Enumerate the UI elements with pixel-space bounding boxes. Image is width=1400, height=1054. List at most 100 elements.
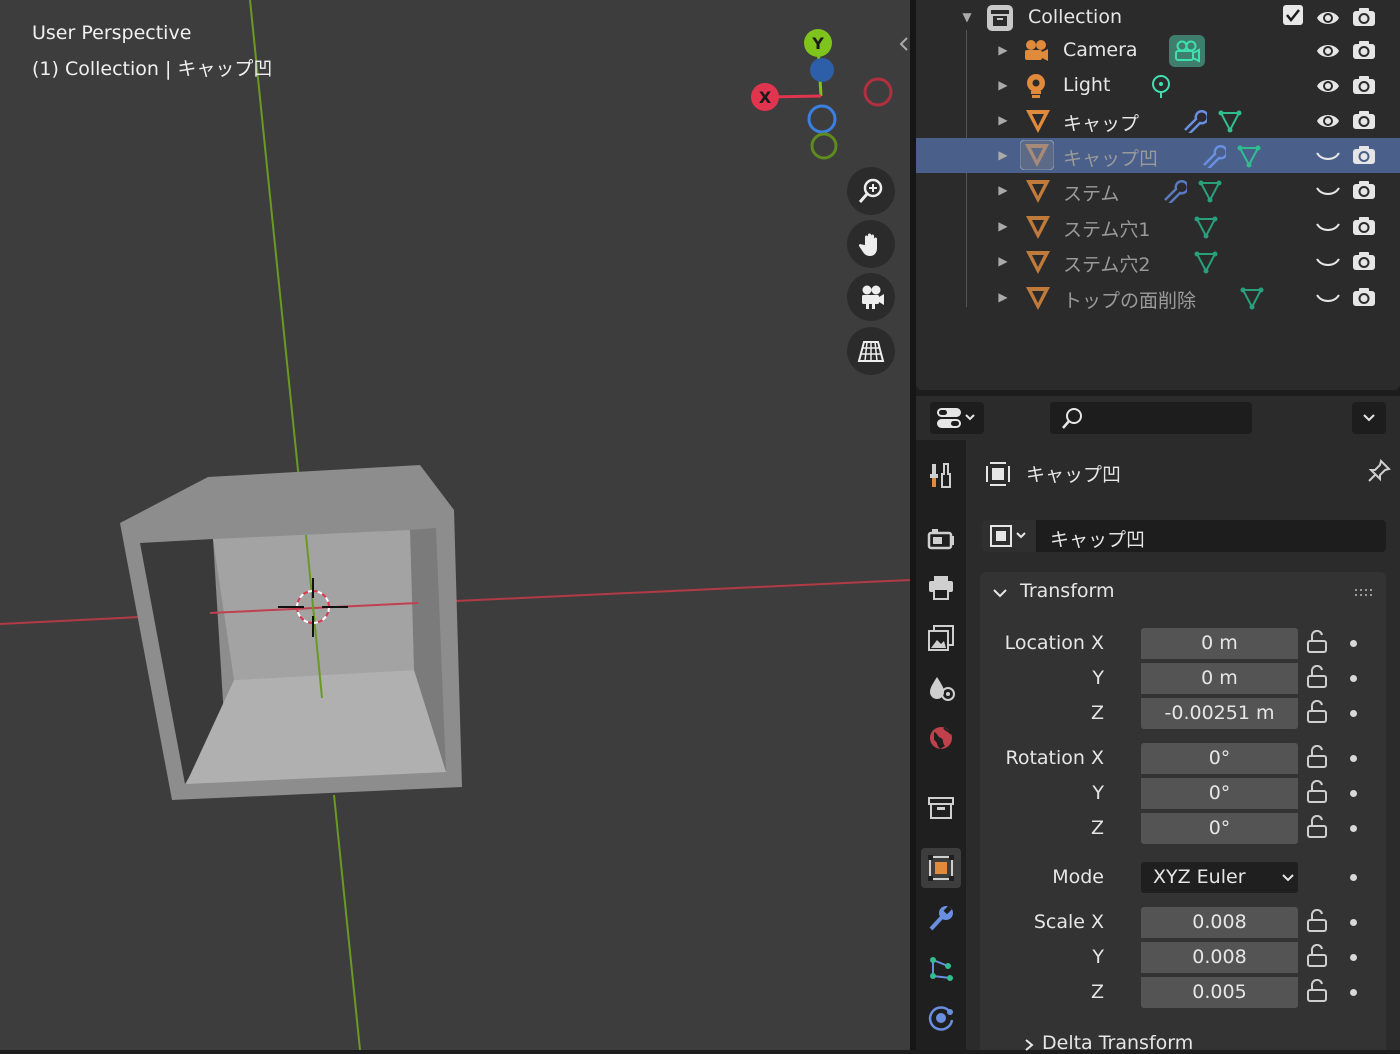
transform-panel-title[interactable]: Transform bbox=[1020, 580, 1115, 602]
scale-x-field[interactable]: 0.008 bbox=[1141, 907, 1298, 938]
expand-right-icon[interactable]: ▶ bbox=[995, 253, 1011, 269]
render-camera-icon[interactable] bbox=[1352, 215, 1376, 237]
modifier-wrench-icon[interactable] bbox=[1161, 179, 1187, 203]
ortho-toggle-button[interactable] bbox=[847, 327, 895, 375]
location-x-field[interactable]: 0 m bbox=[1141, 628, 1298, 659]
scale-y-field[interactable]: 0.008 bbox=[1141, 942, 1298, 973]
tab-output[interactable] bbox=[921, 568, 961, 608]
outliner-row-mesh[interactable]: ▶ キャップ bbox=[916, 103, 1400, 138]
expand-right-icon[interactable]: ▶ bbox=[995, 112, 1011, 128]
outliner-row-mesh-selected[interactable]: ▶ キャップ凹 bbox=[916, 138, 1400, 173]
visibility-eye-icon[interactable] bbox=[1316, 40, 1340, 62]
rotation-y-field[interactable]: 0° bbox=[1141, 778, 1298, 809]
render-camera-icon[interactable] bbox=[1352, 286, 1376, 308]
keyframe-dot[interactable] bbox=[1350, 640, 1357, 647]
unlocked-icon[interactable] bbox=[1304, 780, 1330, 804]
expand-right-icon[interactable]: ▶ bbox=[995, 42, 1011, 58]
outliner-row-mesh[interactable]: ▶ ステム bbox=[916, 173, 1400, 208]
hidden-eye-icon[interactable] bbox=[1316, 216, 1340, 238]
keyframe-dot[interactable] bbox=[1350, 989, 1357, 996]
tab-render[interactable] bbox=[921, 518, 961, 558]
viewport-scene[interactable]: Y X bbox=[0, 0, 910, 1050]
expand-right-icon[interactable]: ▶ bbox=[995, 289, 1011, 305]
hidden-eye-icon[interactable] bbox=[1316, 180, 1340, 202]
tab-physics[interactable] bbox=[921, 998, 961, 1038]
chevron-down-icon[interactable] bbox=[992, 586, 1008, 600]
navigation-gizmo[interactable]: Y X bbox=[751, 29, 893, 160]
unlocked-icon[interactable] bbox=[1304, 745, 1330, 769]
mesh-data-icon[interactable] bbox=[1236, 144, 1262, 168]
hidden-eye-icon[interactable] bbox=[1316, 251, 1340, 273]
render-camera-icon[interactable] bbox=[1352, 6, 1376, 28]
mesh-data-icon[interactable] bbox=[1193, 215, 1219, 239]
hidden-eye-icon[interactable] bbox=[1316, 287, 1340, 309]
unlocked-icon[interactable] bbox=[1304, 815, 1330, 839]
rotation-z-field[interactable]: 0° bbox=[1141, 813, 1298, 844]
tab-world[interactable] bbox=[921, 718, 961, 758]
render-camera-icon[interactable] bbox=[1352, 179, 1376, 201]
unlocked-icon[interactable] bbox=[1304, 979, 1330, 1003]
expand-right-icon[interactable]: ▶ bbox=[995, 77, 1011, 93]
tab-collection[interactable] bbox=[921, 788, 961, 828]
delta-transform-panel-title[interactable]: Delta Transform bbox=[1042, 1032, 1193, 1054]
pan-button[interactable] bbox=[847, 220, 895, 268]
render-camera-icon[interactable] bbox=[1352, 39, 1376, 61]
location-z-field[interactable]: -0.00251 m bbox=[1141, 698, 1298, 729]
keyframe-dot[interactable] bbox=[1350, 755, 1357, 762]
keyframe-dot[interactable] bbox=[1350, 790, 1357, 797]
expand-right-icon[interactable]: ▶ bbox=[995, 182, 1011, 198]
editor-type-dropdown[interactable] bbox=[930, 402, 984, 434]
unlocked-icon[interactable] bbox=[1304, 665, 1330, 689]
keyframe-dot[interactable] bbox=[1350, 825, 1357, 832]
modifier-wrench-icon[interactable] bbox=[1200, 144, 1226, 168]
visibility-eye-icon[interactable] bbox=[1316, 75, 1340, 97]
tab-modifier[interactable] bbox=[921, 898, 961, 938]
properties-editor[interactable]: キャップ凹 キャップ凹 Transform Location X 0 m Y 0… bbox=[916, 396, 1400, 1054]
expand-down-icon[interactable]: ▼ bbox=[959, 9, 975, 25]
outliner-row-collection[interactable]: ▼ Collection bbox=[916, 0, 1400, 35]
render-camera-icon[interactable] bbox=[1352, 250, 1376, 272]
outliner-panel[interactable]: ▼ Collection ▶ Camera ▶ Light ▶ キャップ ▶ キ… bbox=[916, 0, 1400, 390]
expand-right-icon[interactable]: ▶ bbox=[995, 218, 1011, 234]
keyframe-dot[interactable] bbox=[1350, 919, 1357, 926]
tab-view-layer[interactable] bbox=[921, 618, 961, 658]
mesh-data-icon[interactable] bbox=[1197, 179, 1223, 203]
datablock-browse-dropdown[interactable] bbox=[982, 520, 1037, 552]
light-data-icon[interactable] bbox=[1149, 74, 1173, 100]
mesh-data-icon[interactable] bbox=[1193, 250, 1219, 274]
camera-view-button[interactable] bbox=[847, 273, 895, 321]
zoom-button[interactable] bbox=[847, 167, 895, 215]
keyframe-dot[interactable] bbox=[1350, 675, 1357, 682]
unlocked-icon[interactable] bbox=[1304, 944, 1330, 968]
exclude-checkbox[interactable] bbox=[1283, 5, 1303, 25]
hidden-eye-icon[interactable] bbox=[1316, 145, 1340, 167]
keyframe-dot[interactable] bbox=[1350, 874, 1357, 881]
mesh-data-icon[interactable] bbox=[1217, 109, 1243, 133]
render-camera-icon[interactable] bbox=[1352, 144, 1376, 166]
render-camera-icon[interactable] bbox=[1352, 109, 1376, 131]
sidebar-toggle-icon[interactable] bbox=[897, 36, 910, 52]
drag-grip-icon[interactable] bbox=[1354, 588, 1376, 598]
expand-right-icon[interactable]: ▶ bbox=[995, 147, 1011, 163]
tab-scene[interactable] bbox=[921, 668, 961, 708]
render-camera-icon[interactable] bbox=[1352, 74, 1376, 96]
mesh-data-icon[interactable] bbox=[1239, 286, 1265, 310]
outliner-row-mesh[interactable]: ▶ ステム穴1 bbox=[916, 209, 1400, 244]
camera-data-icon[interactable] bbox=[1169, 35, 1205, 67]
visibility-eye-icon[interactable] bbox=[1316, 7, 1340, 29]
outliner-row-mesh[interactable]: ▶ ステム穴2 bbox=[916, 244, 1400, 279]
outliner-row-camera[interactable]: ▶ Camera bbox=[916, 33, 1400, 68]
modifier-wrench-icon[interactable] bbox=[1181, 109, 1207, 133]
options-dropdown[interactable] bbox=[1352, 402, 1386, 434]
unlocked-icon[interactable] bbox=[1304, 700, 1330, 724]
unlocked-icon[interactable] bbox=[1304, 630, 1330, 654]
3d-viewport[interactable]: Y X User Perspective (1) Collection | キャ… bbox=[0, 0, 910, 1050]
scale-z-field[interactable]: 0.005 bbox=[1141, 977, 1298, 1008]
datablock-name[interactable]: キャップ凹 bbox=[1050, 525, 1145, 552]
tab-tool[interactable] bbox=[921, 455, 961, 495]
outliner-row-mesh[interactable]: ▶ トップの面削除 bbox=[916, 280, 1400, 315]
rotation-mode-select[interactable]: XYZ Euler bbox=[1141, 862, 1298, 893]
pin-icon[interactable] bbox=[1366, 458, 1392, 484]
keyframe-dot[interactable] bbox=[1350, 954, 1357, 961]
location-y-field[interactable]: 0 m bbox=[1141, 663, 1298, 694]
